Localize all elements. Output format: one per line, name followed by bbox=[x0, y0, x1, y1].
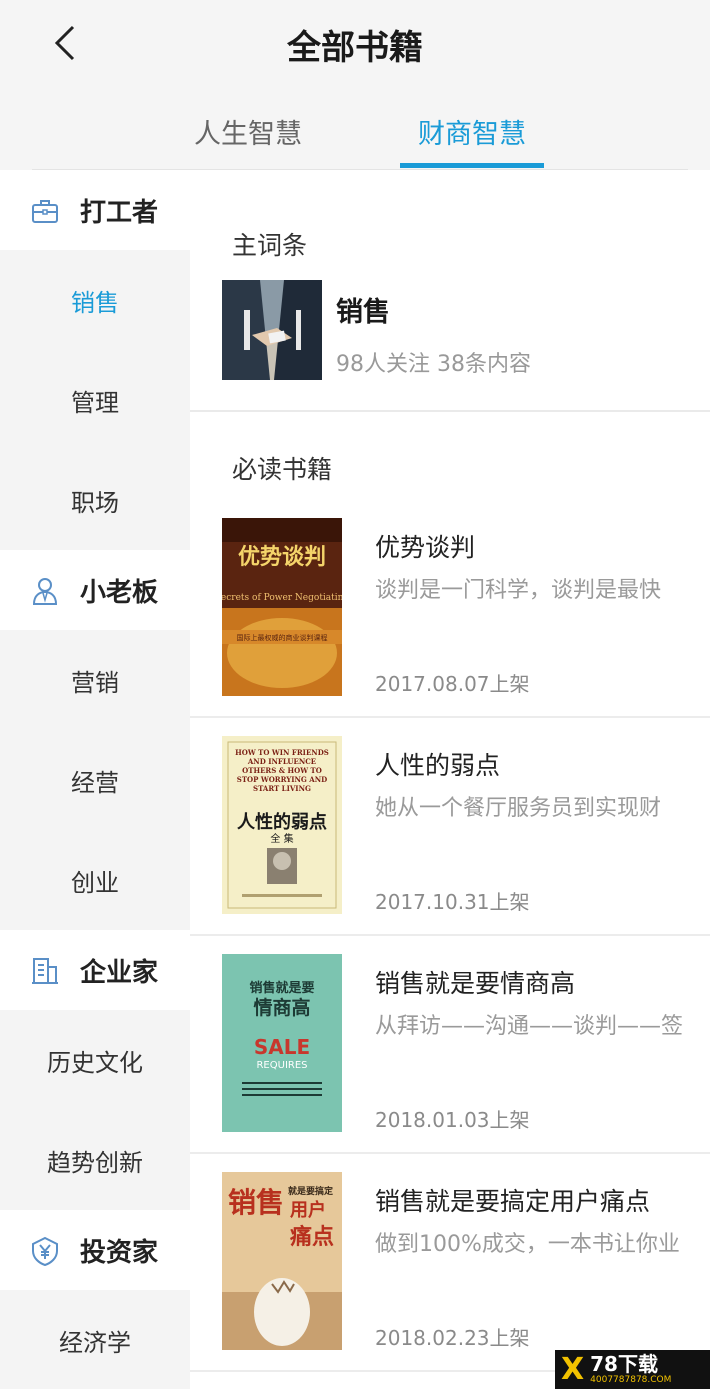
sidebar-item-sales[interactable]: 销售 bbox=[0, 250, 190, 350]
watermark-url: 4007787878.COM bbox=[590, 1375, 672, 1385]
person-icon bbox=[32, 578, 58, 605]
active-tab-indicator bbox=[400, 163, 544, 168]
sidebar-item-management[interactable]: 管理 bbox=[0, 350, 190, 450]
cover-title: 销售 bbox=[228, 1186, 284, 1219]
section-divider bbox=[190, 410, 710, 412]
cover-english: SALE bbox=[254, 1035, 310, 1059]
book-cover: 销售就是要 情商高 SALE REQUIRES bbox=[222, 954, 342, 1132]
section-label: 企业家 bbox=[80, 958, 159, 988]
sidebar-item-startup[interactable]: 创业 bbox=[0, 830, 190, 930]
section-header-entrepreneur[interactable]: 企业家 bbox=[0, 930, 190, 1010]
cover-tag: 国际上最权威的商业谈判课程 bbox=[237, 633, 328, 642]
book-desc: 谈判是一门科学，谈判是最快 bbox=[375, 578, 662, 603]
book-title: 销售就是要搞定用户痛点 bbox=[375, 1187, 651, 1216]
cover-top: 销售就是要 bbox=[249, 980, 314, 996]
building-icon bbox=[32, 958, 58, 984]
header: 全部书籍 人生智慧 财商智慧 bbox=[0, 0, 710, 170]
term-section-title: 主词条 bbox=[232, 231, 308, 260]
book-item[interactable]: HOW TO WIN FRIENDS AND INFLUENCE OTHERS … bbox=[190, 718, 710, 936]
book-desc: 从拜访——沟通——谈判——签 bbox=[375, 1014, 684, 1039]
cover-subtitle: Secrets of Power Negotiating bbox=[222, 593, 342, 603]
book-cover: HOW TO WIN FRIENDS AND INFLUENCE OTHERS … bbox=[222, 736, 342, 914]
book-title: 销售就是要情商高 bbox=[375, 969, 576, 998]
watermark-logo-icon: X bbox=[561, 1352, 585, 1387]
sidebar-item-economics[interactable]: 经济学 bbox=[0, 1290, 190, 1389]
book-date: 2017.10.31上架 bbox=[375, 890, 530, 914]
briefcase-icon bbox=[32, 200, 58, 223]
sidebar-item-operation[interactable]: 经营 bbox=[0, 730, 190, 830]
book-date: 2018.01.03上架 bbox=[375, 1108, 530, 1132]
sidebar-item-workplace[interactable]: 职场 bbox=[0, 450, 190, 550]
book-title: 人性的弱点 bbox=[375, 751, 501, 780]
section-header-small-boss[interactable]: 小老板 bbox=[0, 550, 190, 630]
book-desc: 她从一个餐厅服务员到实现财 bbox=[375, 796, 662, 821]
site-watermark: X 78下载 4007787878.COM bbox=[555, 1350, 710, 1389]
book-title: 优势谈判 bbox=[375, 533, 476, 562]
cover-english-sub: REQUIRES bbox=[256, 1060, 307, 1071]
term-image bbox=[222, 280, 322, 380]
book-desc: 做到100%成交，一本书让你业 bbox=[375, 1232, 680, 1257]
book-date: 2018.02.23上架 bbox=[375, 1326, 530, 1350]
page-title: 全部书籍 bbox=[287, 28, 423, 68]
cover-title: 情商高 bbox=[253, 996, 310, 1019]
book-item[interactable]: 销售就是要 情商高 SALE REQUIRES 销售就是要情商高 从拜访——沟通… bbox=[190, 936, 710, 1154]
section-header-investor[interactable]: 投资家 bbox=[0, 1210, 190, 1290]
sidebar-item-marketing[interactable]: 营销 bbox=[0, 630, 190, 730]
section-label: 投资家 bbox=[80, 1238, 159, 1268]
sidebar-item-history-culture[interactable]: 历史文化 bbox=[0, 1010, 190, 1110]
category-sidebar: 打工者 销售 管理 职场 小老板 营销 经营 创业 企业家 历史文化 趋势创新 bbox=[0, 170, 190, 1389]
section-header-worker[interactable]: 打工者 bbox=[0, 170, 190, 250]
main-content: 主词条 销售 98人关注 38条内容 必读书籍 优势谈判 ecrets of P… bbox=[190, 170, 710, 1389]
book-cover: 优势谈判 Secrets of Power Negotiating 国际上最权威… bbox=[222, 518, 342, 696]
term-card[interactable]: 销售 98人关注 38条内容 bbox=[222, 280, 702, 382]
cover-subtitle: 全 集 bbox=[270, 832, 293, 845]
section-label: 打工者 bbox=[80, 198, 159, 228]
books-section-title: 必读书籍 bbox=[232, 455, 333, 484]
book-cover: 销售 就是要搞定 用户 痛点 bbox=[222, 1172, 342, 1350]
tab-wealth-wisdom[interactable]: 财商智慧 bbox=[400, 112, 544, 151]
cover-english-title: HOW TO WIN FRIENDS AND INFLUENCE OTHERS … bbox=[235, 748, 329, 793]
book-item[interactable]: 优势谈判 Secrets of Power Negotiating 国际上最权威… bbox=[190, 500, 710, 718]
term-meta: 98人关注 38条内容 bbox=[336, 352, 531, 377]
cover-title-2: 用户 bbox=[290, 1199, 326, 1221]
watermark-text-block: 78下载 4007787878.COM bbox=[590, 1354, 671, 1385]
cover-title-3: 痛点 bbox=[290, 1224, 334, 1250]
section-label: 小老板 bbox=[80, 578, 159, 608]
cover-side: 就是要搞定 bbox=[288, 1185, 334, 1197]
book-item[interactable]: 销售 就是要搞定 用户 痛点 销售就是要搞定用户痛点 做到100%成交，一本书让… bbox=[190, 1154, 710, 1372]
tab-life-wisdom[interactable]: 人生智慧 bbox=[178, 112, 318, 151]
term-name: 销售 bbox=[336, 297, 390, 328]
watermark-brand: 78下载 bbox=[590, 1352, 658, 1376]
yen-shield-icon bbox=[32, 1236, 58, 1266]
sidebar-item-trend-innovation[interactable]: 趋势创新 bbox=[0, 1110, 190, 1210]
cover-title: 人性的弱点 bbox=[237, 811, 327, 833]
book-date: 2017.08.07上架 bbox=[375, 672, 530, 696]
cover-title: 优势谈判 bbox=[238, 544, 326, 570]
